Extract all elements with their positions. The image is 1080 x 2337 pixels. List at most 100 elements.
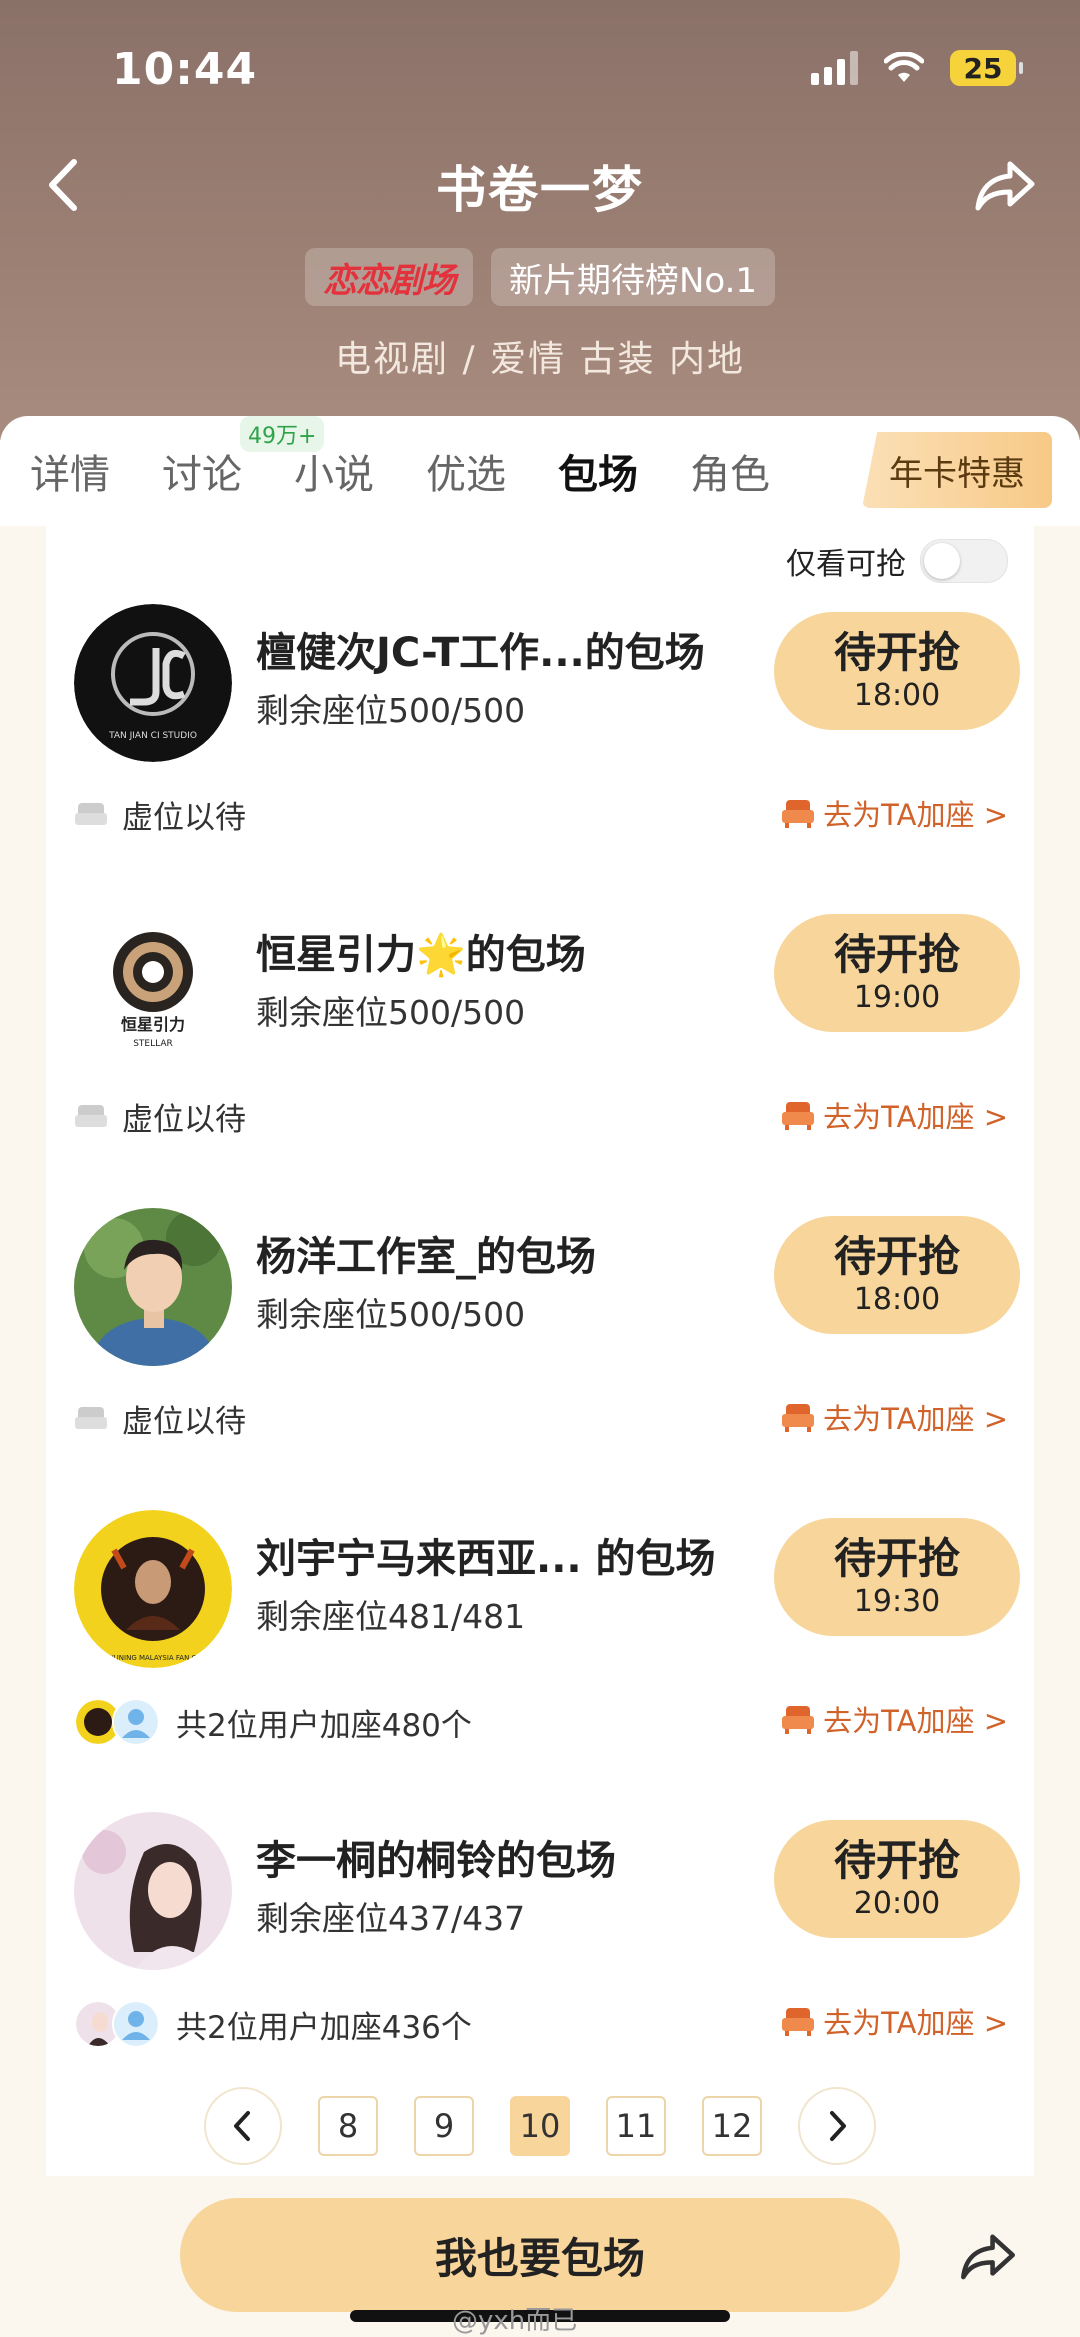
add-seat-link[interactable]: 去为TA加座 > (781, 1698, 1008, 1740)
watermark-text: @yxh而已 (452, 2306, 578, 2336)
supporter-avatar (112, 1698, 160, 1746)
tab-label: 优选 (426, 452, 506, 498)
tab-label: 小说 (294, 452, 374, 498)
grab-label: 待开抢 (833, 1534, 960, 1583)
grab-time: 20:00 (853, 1886, 941, 1921)
jc-studio-logo: TAN JIAN CI STUDIO (74, 604, 232, 762)
avatar[interactable] (74, 1812, 232, 1970)
pagination: 8 9 10 11 12 (46, 2086, 1034, 2166)
remaining-seats: 剩余座位500/500 (256, 993, 526, 1032)
screening-name: 恒星引力🌟的包场 (256, 932, 586, 978)
supporter-avatar (112, 2000, 160, 2048)
header-badges: 恋恋剧场 新片期待榜No.1 (0, 248, 1080, 306)
seat-status: 虚位以待 (74, 792, 246, 837)
page-button[interactable]: 8 (318, 2096, 378, 2156)
seat-icon (782, 1706, 815, 1734)
book-screening-button[interactable]: 我也要包场 (180, 2198, 900, 2312)
share-button[interactable] (956, 2224, 1020, 2288)
seat-status-text: 共2位用户加座480个 (176, 1707, 472, 1744)
add-seat-label: 去为TA加座 > (823, 798, 1008, 832)
remaining-seats: 剩余座位481/481 (256, 1597, 526, 1636)
svg-text:STELLAR: STELLAR (133, 1039, 173, 1049)
page-button[interactable]: 11 (606, 2096, 666, 2156)
bottom-bar: 我也要包场 @yxh而已 (0, 2176, 1080, 2337)
add-seat-label: 去为TA加座 > (823, 1402, 1008, 1436)
remaining-seats: 剩余座位500/500 (256, 1295, 526, 1334)
supporter-avatars (74, 2000, 160, 2048)
avatar[interactable]: LIU YUNING MALAYSIA FAN CLUB (74, 1510, 232, 1668)
list-item[interactable]: 杨洋工作室_的包场 剩余座位500/500 待开抢 18:00 虚位以待 去为T… (46, 1188, 1034, 1488)
tab-discussion[interactable]: 讨论 49万+ (162, 416, 325, 500)
tab-label: 角色 (690, 452, 770, 498)
add-seat-label: 去为TA加座 > (823, 1100, 1008, 1134)
svg-text:LIU YUNING MALAYSIA FAN CLUB: LIU YUNING MALAYSIA FAN CLUB (96, 1654, 210, 1662)
seat-status: 共2位用户加座436个 (74, 2000, 472, 2048)
add-seat-link[interactable]: 去为TA加座 > (781, 2000, 1008, 2042)
grab-time: 19:00 (853, 980, 941, 1015)
list-item[interactable]: TAN JIAN CI STUDIO 檀健次JC-T工作...的包场 剩余座位5… (46, 584, 1034, 884)
tab-private-screening[interactable]: 包场 (558, 442, 638, 500)
rank-badge[interactable]: 新片期待榜No.1 (490, 248, 776, 306)
remaining-seats: 剩余座位437/437 (256, 1899, 526, 1938)
screening-name: 檀健次JC-T工作...的包场 (256, 630, 705, 676)
grab-button[interactable]: 待开抢 19:30 (774, 1518, 1020, 1636)
page-button[interactable]: 12 (702, 2096, 762, 2156)
stellar-logo: 恒星引力 STELLAR (113, 932, 193, 1049)
svg-text:TAN JIAN CI STUDIO: TAN JIAN CI STUDIO (108, 731, 197, 741)
add-seat-link[interactable]: 去为TA加座 > (781, 1396, 1008, 1438)
signal-icon (811, 51, 858, 85)
genre-line: 电视剧 / 爱情 古装 内地 (335, 339, 745, 380)
grab-label: 待开抢 (833, 628, 960, 677)
status-time: 10:44 (112, 44, 258, 95)
seat-icon (782, 2008, 815, 2036)
prev-page-button[interactable] (204, 2087, 282, 2165)
grab-time: 18:00 (853, 678, 941, 713)
annual-card-button[interactable]: 年卡特惠 (862, 432, 1052, 508)
tab-picks[interactable]: 优选 (426, 442, 506, 500)
svg-text:恒星引力: 恒星引力 (121, 1015, 185, 1034)
tab-characters[interactable]: 角色 (690, 442, 770, 500)
add-seat-link[interactable]: 去为TA加座 > (781, 792, 1008, 834)
list-item[interactable]: 李一桐的桐铃的包场 剩余座位437/437 待开抢 20:00 共2位用户加座4… (46, 1792, 1034, 2092)
watermark: @yxh而已 (452, 2300, 577, 2337)
avatar[interactable]: 恒星引力 STELLAR (74, 906, 232, 1064)
supporter-avatars (74, 1698, 160, 1746)
grab-label: 待开抢 (833, 1232, 960, 1281)
grab-button[interactable]: 待开抢 18:00 (774, 1216, 1020, 1334)
seat-status: 虚位以待 (74, 1396, 246, 1441)
seat-status-text: 虚位以待 (122, 1404, 246, 1440)
person-photo (74, 1812, 232, 1970)
grab-label: 待开抢 (833, 930, 960, 979)
page-title: 书卷一梦 (436, 161, 644, 219)
avatar[interactable] (74, 1208, 232, 1366)
share-button[interactable] (970, 150, 1040, 220)
person-photo (74, 1208, 232, 1366)
battery-icon: 25 (950, 50, 1023, 86)
avatar[interactable]: TAN JIAN CI STUDIO (74, 604, 232, 762)
tab-details[interactable]: 详情 (30, 442, 110, 500)
next-page-button[interactable] (798, 2087, 876, 2165)
seat-icon (782, 1404, 815, 1432)
tab-novel[interactable]: 小说 (294, 442, 374, 500)
screening-list: 仅看可抢 TAN JIAN CI STUDIO 檀健次JC-T工作...的包场 … (46, 526, 1034, 2176)
fan-club-logo: LIU YUNING MALAYSIA FAN CLUB (74, 1510, 232, 1668)
wifi-icon (884, 52, 924, 82)
available-toggle[interactable] (920, 539, 1008, 583)
seat-status: 虚位以待 (74, 1094, 246, 1139)
grab-label: 待开抢 (833, 1836, 960, 1885)
status-icons: 25 (811, 50, 1023, 86)
grab-button[interactable]: 待开抢 19:00 (774, 914, 1020, 1032)
page-button-current[interactable]: 10 (510, 2096, 570, 2156)
tab-label: 讨论 (162, 452, 242, 498)
list-item[interactable]: 恒星引力 STELLAR 恒星引力🌟的包场 剩余座位500/500 待开抢 19… (46, 886, 1034, 1186)
empty-seat-icon (75, 1104, 107, 1127)
filter-label: 仅看可抢 (786, 547, 906, 582)
share-icon (961, 2234, 1015, 2280)
grab-button[interactable]: 待开抢 18:00 (774, 612, 1020, 730)
grab-button[interactable]: 待开抢 20:00 (774, 1820, 1020, 1938)
remaining-seats: 剩余座位500/500 (256, 691, 526, 730)
list-item[interactable]: LIU YUNING MALAYSIA FAN CLUB 刘宇宁马来西亚... … (46, 1490, 1034, 1790)
brand-badge[interactable]: 恋恋剧场 (304, 248, 473, 306)
add-seat-link[interactable]: 去为TA加座 > (781, 1094, 1008, 1136)
page-button[interactable]: 9 (414, 2096, 474, 2156)
